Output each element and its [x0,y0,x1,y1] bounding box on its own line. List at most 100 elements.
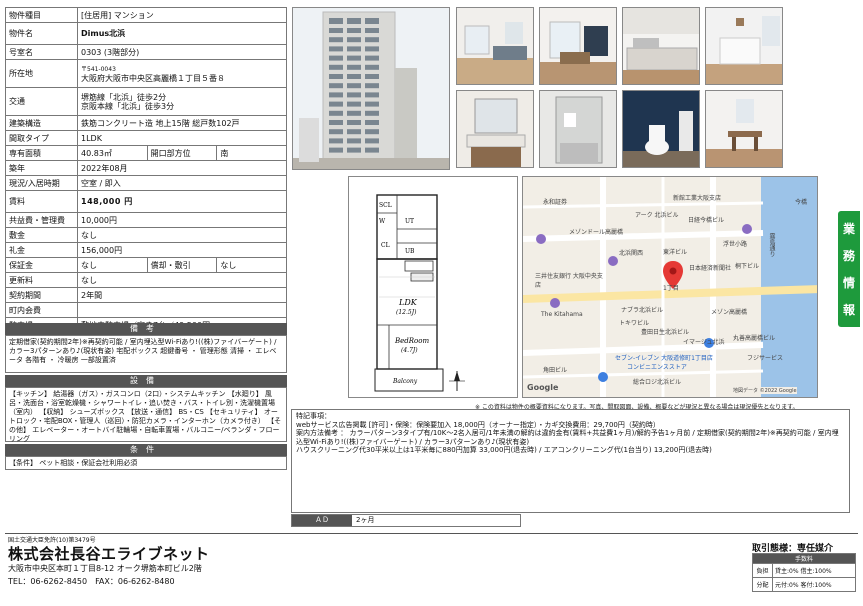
plan-room-label: (4.7J) [401,347,418,354]
north-arrow-icon [449,371,465,391]
guarantee-value: なし [81,260,97,270]
map-label: 総合ロジ北浜ビル [633,379,682,386]
map-label: 浮世小路 [723,241,748,248]
plan-room-label: UT [405,218,414,225]
value: 鉄筋コンクリート造 地上15階 総戸数102戸 [77,115,287,131]
label: 所在地 [5,59,78,88]
value: 10,000円 [77,212,287,228]
ad-row: ＡＤ 2ヶ月 [291,514,521,527]
tab-char: 報 [842,303,855,317]
fee-value: 貸主:0% 借主:100% [772,563,856,578]
label: 償却・敷引 [146,258,217,272]
map-label: 丸善高麗橋ビル [733,335,776,342]
map-label: 日経今橋ビル [688,217,725,224]
map-label: ナブラ北浜ビル [621,307,664,314]
direction-value: 南 [216,146,285,160]
map-label: 日本経済新聞社 [689,265,732,272]
tab-char: 務 [842,249,855,263]
remarks-header: 備考 [5,323,287,335]
map-label: コンビニエンスストア [627,364,687,371]
map-label: 北浜関西 [619,250,644,257]
photo-bathroom[interactable] [539,90,617,168]
building-exterior-photo[interactable] [292,7,450,170]
fee-value: 元付:0% 客付:100% [772,577,856,592]
map-label: メゾン高麗橋 [711,309,748,316]
business-info-tab[interactable]: 業 務 情 報 [838,211,860,327]
address-text: 大阪府大阪市中央区高麗橋１丁目５番８ [81,73,225,83]
photo-toilet[interactable] [622,90,700,168]
label: 建築構造 [5,115,78,131]
value: 1LDK [77,130,287,146]
commission-table: 手数料 負担 貸主:0% 借主:100% 分配 元付:0% 客付:100% [752,553,856,592]
map-attribution: 地図データ ©2022 Google [733,387,797,394]
map-label: 東洋ビル [663,249,688,256]
plan-room-label: UB [405,248,415,255]
address: 〒541-0043 大阪府大阪市中央区高麗橋１丁目５番８ [77,59,287,88]
transport: 堺筋線「北浜」徒歩2分 京阪本線「北浜」徒歩3分 [77,87,287,116]
footer-divider [5,533,858,534]
remarks-body: 定期借家(契約期間2年)※再契約可能 / 室内埋込型Wi-Fiあり!((株)ファ… [5,335,287,373]
tab-char: 業 [842,222,855,236]
fee-key: 分配 [752,577,773,592]
map-label: 今橋 [795,199,808,206]
label: 礼金 [5,242,78,258]
ad-value: 2ヶ月 [356,516,375,524]
value: 156,000円 [77,242,287,258]
value [77,302,287,318]
map-label: イマージュ北浜 [683,339,725,346]
plan-room-label: BedRoom [394,337,429,345]
label: 現況/入居時期 [5,175,78,191]
label: 更新料 [5,272,78,288]
photo-kitchen[interactable] [622,7,700,85]
rent-value: 148,000 円 [77,190,287,213]
transport-line: 堺筋線「北浜」徒歩2分 [81,92,167,102]
label: 交通 [5,87,78,116]
postal-code: 〒541-0043 [81,65,116,73]
value: 空室 / 即入 [77,175,287,191]
company-address: 大阪市中央区本町１丁目8-12 オーク堺筋本町ビル2階 [8,564,202,573]
photo-bedroom[interactable] [705,7,783,85]
notes-line: ハウスクリーニング代30平米以上は1平米毎に880円加算 33,000円(退去時… [296,446,712,454]
map-label: メゾンドール高麗橋 [569,229,624,236]
photo-living-room[interactable] [456,7,534,85]
label: 専有面積 [5,145,78,161]
label: 町内会費 [5,302,78,318]
plan-room-label: Balcony [392,378,418,385]
plan-room-label: (12.5J) [396,309,417,316]
map-label: アーク 北浜ビル [635,212,679,219]
plan-room-label: LDK [398,298,418,307]
label: 号室名 [5,44,78,60]
value: [住居用] マンション [77,7,287,23]
label: 築年 [5,160,78,176]
location-map[interactable]: 永和証券 新館工業大阪支店 アーク 北浜ビル 日経今橋ビル 今橋 メゾンドール高… [522,176,818,398]
value: 2年間 [77,287,287,303]
label: 契約期間 [5,287,78,303]
conditions-body: 【条件】 ペット相談・保証会社利用必須 [5,456,287,470]
photo-washroom[interactable] [456,90,534,168]
photo-living-window[interactable] [539,7,617,85]
map-label: 角田ビル [543,367,568,374]
value: 2022年08月 [77,160,287,176]
map-label: フジサービス [747,355,784,362]
ad-label: ＡＤ [292,515,352,526]
label: 保証金 [5,257,78,273]
label: 間取タイプ [5,130,78,146]
amort-value: なし [216,258,285,272]
map-label: トキワビル [619,320,650,327]
tab-char: 情 [842,276,855,290]
map-label: 豊田日生北浜ビル [641,329,690,336]
notes-line: 案内方法備考 ： カラーパターン3タイプ有/10K～2名入居可/1年未満の解約は… [296,429,839,446]
equipment-body: 【キッチン】 給湯器（ガス）・ガスコンロ（2口）・システムキッチン 【水廻り】 … [5,387,287,443]
label: 物件種目 [5,7,78,23]
transport-line: 京阪本線「北浜」徒歩3分 [81,101,175,111]
photo-dining[interactable] [705,90,783,168]
floor-plan[interactable]: SCL UB UT W CL LDK (12.5J) BedRoom (4.7J… [348,176,518,398]
map-label: セブン-イレブン 大阪道修町1丁目店 [615,355,713,362]
map-label: 新館工業大阪支店 [673,195,722,202]
plan-room-label: SCL [379,202,392,209]
map-label: 霧島通り [768,233,775,257]
label: 敷金 [5,227,78,243]
value: 0303 (3階部分) [77,44,287,60]
area-value: 40.83㎡ [81,148,112,158]
label: 賃料 [5,190,78,213]
